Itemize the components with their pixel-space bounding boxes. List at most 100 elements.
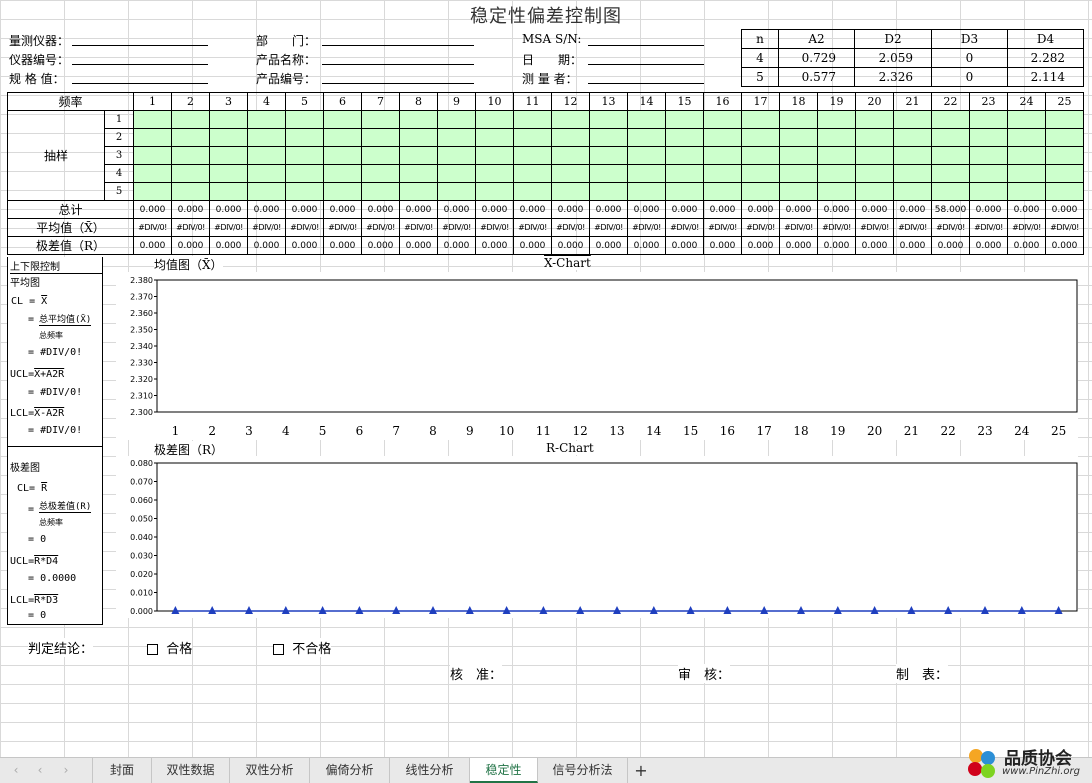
sample-cell[interactable] (969, 182, 1009, 201)
total-row-cell[interactable]: 0.000 (133, 200, 173, 219)
sample-cell[interactable] (475, 146, 515, 165)
sample-cell[interactable] (1045, 110, 1085, 129)
range-row-cell[interactable]: 0.000 (133, 236, 173, 255)
sample-cell[interactable] (209, 128, 249, 147)
tab-dual-data[interactable]: 双性数据 (152, 758, 230, 783)
total-row-cell[interactable]: 0.000 (209, 200, 249, 219)
pass-option[interactable]: 合格 (147, 638, 193, 657)
total-row-cell[interactable]: 0.000 (855, 200, 895, 219)
sample-cell[interactable] (475, 164, 515, 183)
sample-cell[interactable] (513, 146, 553, 165)
mean-row-cell[interactable]: #DIV/0! (323, 218, 363, 237)
mean-row-cell[interactable]: #DIV/0! (855, 218, 895, 237)
field-dept[interactable] (322, 29, 474, 46)
lcl-r-value[interactable]: 0 (40, 610, 46, 621)
cl-r-value[interactable]: 0 (40, 534, 46, 545)
sample-cell[interactable] (551, 110, 591, 129)
sample-cell[interactable] (361, 110, 401, 129)
sample-cell[interactable] (703, 164, 743, 183)
sample-cell[interactable] (209, 146, 249, 165)
range-row-cell[interactable]: 0.000 (323, 236, 363, 255)
total-row-cell[interactable]: 0.000 (285, 200, 325, 219)
range-row-cell[interactable]: 0.000 (1045, 236, 1085, 255)
sample-cell[interactable] (627, 182, 667, 201)
sample-cell[interactable] (437, 164, 477, 183)
sample-cell[interactable] (741, 164, 781, 183)
sample-cell[interactable] (551, 128, 591, 147)
const-cell[interactable]: 0 (931, 67, 1008, 87)
sample-cell[interactable] (361, 182, 401, 201)
sample-cell[interactable] (855, 128, 895, 147)
mean-row-cell[interactable]: #DIV/0! (247, 218, 287, 237)
sample-cell[interactable] (741, 128, 781, 147)
total-row-cell[interactable]: 0.000 (1045, 200, 1085, 219)
sample-cell[interactable] (893, 182, 933, 201)
sample-cell[interactable] (817, 128, 857, 147)
sample-cell[interactable] (399, 146, 439, 165)
total-row-cell[interactable]: 0.000 (969, 200, 1009, 219)
tab-scroll-next-icon[interactable]: › (56, 758, 76, 783)
sample-cell[interactable] (589, 146, 629, 165)
sample-cell[interactable] (133, 128, 173, 147)
mean-row-cell[interactable]: #DIV/0! (817, 218, 857, 237)
cl-value[interactable]: #DIV/0! (40, 347, 82, 358)
total-row-cell[interactable]: 0.000 (627, 200, 667, 219)
lcl-value[interactable]: #DIV/0! (40, 425, 82, 436)
sample-cell[interactable] (779, 110, 819, 129)
range-row-cell[interactable]: 0.000 (475, 236, 515, 255)
fail-option[interactable]: 不合格 (273, 638, 332, 657)
mean-row-cell[interactable]: #DIV/0! (703, 218, 743, 237)
sample-cell[interactable] (1045, 146, 1085, 165)
sample-cell[interactable] (665, 110, 705, 129)
sample-cell[interactable] (893, 146, 933, 165)
total-row-cell[interactable]: 0.000 (817, 200, 857, 219)
sample-cell[interactable] (437, 110, 477, 129)
sample-cell[interactable] (741, 110, 781, 129)
total-row-cell[interactable]: 0.000 (171, 200, 211, 219)
sample-cell[interactable] (285, 164, 325, 183)
total-row-cell[interactable]: 58.000 (931, 200, 971, 219)
sample-cell[interactable] (171, 146, 211, 165)
sample-cell[interactable] (779, 128, 819, 147)
total-row-cell[interactable]: 0.000 (247, 200, 287, 219)
const-cell[interactable]: 2.326 (854, 67, 932, 87)
sample-cell[interactable] (551, 182, 591, 201)
total-row-cell[interactable]: 0.000 (703, 200, 743, 219)
sample-cell[interactable] (665, 128, 705, 147)
sample-cell[interactable] (931, 128, 971, 147)
sample-cell[interactable] (475, 182, 515, 201)
mean-row-cell[interactable]: #DIV/0! (437, 218, 477, 237)
sample-cell[interactable] (285, 146, 325, 165)
sample-cell[interactable] (703, 146, 743, 165)
tab-stability[interactable]: 稳定性 (470, 758, 538, 783)
mean-row-cell[interactable]: #DIV/0! (399, 218, 439, 237)
total-row-cell[interactable]: 0.000 (513, 200, 553, 219)
field-instrument-no[interactable] (72, 48, 208, 65)
tab-bias-analysis[interactable]: 偏倚分析 (310, 758, 390, 783)
range-row-cell[interactable]: 0.000 (1007, 236, 1047, 255)
range-row-cell[interactable]: 0.000 (551, 236, 591, 255)
range-row-cell[interactable]: 0.000 (437, 236, 477, 255)
sample-cell[interactable] (855, 182, 895, 201)
ucl-value[interactable]: #DIV/0! (40, 387, 82, 398)
sample-cell[interactable] (1007, 146, 1047, 165)
sample-cell[interactable] (1007, 128, 1047, 147)
sample-cell[interactable] (399, 128, 439, 147)
sample-cell[interactable] (1007, 110, 1047, 129)
total-row-cell[interactable]: 0.000 (1007, 200, 1047, 219)
const-cell[interactable]: 4 (741, 48, 779, 68)
sample-cell[interactable] (969, 110, 1009, 129)
total-row-cell[interactable]: 0.000 (741, 200, 781, 219)
sample-cell[interactable] (893, 128, 933, 147)
total-row-cell[interactable]: 0.000 (551, 200, 591, 219)
range-row-cell[interactable]: 0.000 (513, 236, 553, 255)
sample-cell[interactable] (209, 164, 249, 183)
mean-row-cell[interactable]: #DIV/0! (285, 218, 325, 237)
sample-cell[interactable] (247, 128, 287, 147)
sample-cell[interactable] (133, 182, 173, 201)
mean-row-cell[interactable]: #DIV/0! (741, 218, 781, 237)
sample-cell[interactable] (475, 128, 515, 147)
sample-cell[interactable] (1007, 182, 1047, 201)
range-row-cell[interactable]: 0.000 (209, 236, 249, 255)
mean-row-cell[interactable]: #DIV/0! (551, 218, 591, 237)
